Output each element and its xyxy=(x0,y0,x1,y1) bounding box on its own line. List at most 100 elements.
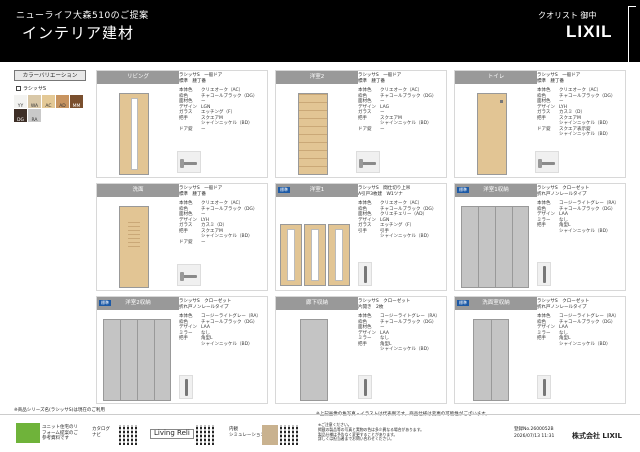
living-reli-logo: Living Reli xyxy=(150,429,194,439)
room-title: トイレ xyxy=(455,71,537,84)
panel-glass xyxy=(335,229,343,281)
spec-key xyxy=(537,342,559,348)
lock-indicator xyxy=(500,100,503,103)
door-illustration xyxy=(477,93,507,175)
spec-value: ー xyxy=(201,126,206,132)
swatch-grid: YY WA AC AD MM DG RA xyxy=(14,95,90,123)
color-variation-button[interactable]: カラーバリエーション xyxy=(14,70,86,81)
spec-key xyxy=(179,342,201,348)
qr-code-icon[interactable] xyxy=(280,425,300,445)
spec-value: シャインニッケル（BD） xyxy=(380,347,432,352)
room-title: 洋室2 xyxy=(276,71,358,84)
spec-key: ドア錠 xyxy=(358,126,372,132)
simulation-label: 内観 xyxy=(229,427,238,432)
pull-handle-icon xyxy=(358,262,372,286)
spec-value: チャコールブラック（DG） xyxy=(559,93,616,99)
swatch-code: AD xyxy=(59,104,66,109)
product-card[interactable]: 洋室2 ラシッサS 一般ドア 標準 腰丁番本体色 クリエオーク（AC） 枠色 チャコール… xyxy=(275,70,447,178)
spec-value: シャインニッケル（BD） xyxy=(559,341,611,347)
product-name: ラシッサS クローゼット 折れ戸ノンレールタイプ xyxy=(537,299,590,310)
spec-row: シャインニッケル（BD） xyxy=(358,234,436,240)
color-swatch[interactable]: MM xyxy=(70,95,83,109)
lever-handle-icon xyxy=(177,264,201,286)
spec-value: チャコールブラック（DG） xyxy=(380,93,437,99)
closet-illustration xyxy=(473,319,509,401)
product-name: ラシッサS 一般ドア 標準 腰丁番 xyxy=(537,73,581,84)
color-variation-panel: カラーバリエーション ラシッサS YY WA AC AD MM DG RA xyxy=(14,70,90,123)
spec-value: シャインニッケル（BD） xyxy=(559,132,611,137)
closet-illustration xyxy=(103,319,171,401)
door-louver xyxy=(128,219,140,247)
page-header: ニューライフ大森510のご提案 インテリア建材 クオリスト 御中 LIXIL xyxy=(0,0,640,62)
door-glass xyxy=(131,98,138,170)
footer-reform-text: ユニット住宅のリフォーム提案のご参考資料です xyxy=(42,425,78,441)
product-name: ラシッサS 一般ドア 標準 腰丁番 xyxy=(358,73,402,84)
product-card[interactable]: 洗面 ラシッサS 一般ドア 標準 腰丁番 本体色 クリエオーク（AC） 枠色 チャコールブ… xyxy=(96,183,268,291)
spec-value: シャインニッケル（BD） xyxy=(201,341,253,347)
pull-handle-icon xyxy=(179,375,193,399)
spec-row: シャインニッケル（BD） xyxy=(537,132,615,138)
series-option[interactable]: ラシッサS xyxy=(16,85,90,92)
standard-badge: 標準 xyxy=(278,187,290,193)
room-thumbnail-icon xyxy=(262,425,278,445)
door-illustration xyxy=(119,206,149,288)
color-swatch[interactable]: AD xyxy=(56,95,69,109)
spec-list: 本体色 クリエオーク（AC） 枠色 チャコールブラック（DG） 面材色 クリエチェリー（A… xyxy=(358,201,436,240)
series-label: ラシッサS xyxy=(23,86,47,92)
color-swatch[interactable]: YY xyxy=(14,95,27,109)
header-frame xyxy=(628,6,636,62)
document-number: 登録No.2600052B xyxy=(514,427,554,432)
product-card[interactable]: リビング ラシッサS 一般ドア 標準 腰丁番本体色 クリエオーク（AC） 枠色 チャコー… xyxy=(96,70,268,178)
page-title: インテリア建材 xyxy=(22,24,135,42)
page-footer: ユニット住宅のリフォーム提案のご参考資料です カタログ ナビ Living Re… xyxy=(0,414,640,452)
spec-row: シャインニッケル（BD） xyxy=(179,342,261,348)
product-name: ラシッサS 間仕切り上吊 A引戸3枚建 W1ツナ xyxy=(358,186,411,197)
swatch-code: MM xyxy=(72,104,81,109)
product-name: ラシッサS クローゼット 折れ戸ノンレールタイプ xyxy=(537,186,590,197)
color-swatch[interactable]: RA xyxy=(28,109,41,123)
qr-code-icon[interactable] xyxy=(119,425,139,445)
spec-value: ー xyxy=(201,239,206,245)
product-card[interactable]: 洗面室収納 標準 ラシッサS クローゼット 折れ戸ノンレールタイプ 本体色 コージーライ… xyxy=(454,296,626,404)
spec-list: 本体色 クリエオーク（AC） 枠色 チャコールブラック（DG） 面材色ーデザイン LYH ガ… xyxy=(537,88,615,138)
product-card[interactable]: 洋室2収納 標準 ラシッサS クローゼット 折れ戸ノンレールタイプ 本体色 コージーライ… xyxy=(96,296,268,404)
spec-row: シャインニッケル（BD） xyxy=(537,229,619,235)
product-card[interactable]: 洋室1 標準 ラシッサS 間仕切り上吊 A引戸3枚建 W1ツナ 本体色 クリエオーク（A… xyxy=(275,183,447,291)
standard-badge: 標準 xyxy=(99,300,111,306)
product-name: ラシッサS 一般ドア 標準 腰丁番 xyxy=(179,73,223,84)
standard-badge: 標準 xyxy=(457,300,469,306)
lever-handle-icon xyxy=(177,151,201,173)
spec-value: チャコールブラック（DG） xyxy=(380,319,437,325)
spec-row: ドア錠 ー xyxy=(358,127,436,133)
color-swatch[interactable]: AC xyxy=(42,95,55,109)
product-card[interactable]: 洋室1収納 標準 ラシッサS クローゼット 折れ戸ノンレールタイプ 本体色 コージーライ… xyxy=(454,183,626,291)
footer-disclaimer: ※ご注意ください。 掲載の製品等の写真と実物の色は多少異なる場合があります。 製… xyxy=(318,422,424,442)
spec-list: 本体色 クリエオーク（AC） 枠色 チャコールブラック（DG） 面材色ーデザイン LAG ガ… xyxy=(358,88,436,132)
spec-list: 本体色 クリエオーク（AC） 枠色 チャコールブラック（DG） 面材色ーデザイン LYH ガ… xyxy=(179,201,257,245)
spec-list: 本体色 クリエオーク（AC） 枠色 チャコールブラック（DG） 面材色ーデザイン LGN ガ… xyxy=(179,88,257,132)
spec-key xyxy=(537,229,559,235)
door-illustration xyxy=(119,93,149,175)
spec-list: 本体色 コージーライトグレー（RA） 枠色 チャコールブラック（DG） 面材色ーデザイン… xyxy=(358,314,440,353)
spec-list: 本体色 コージーライトグレー（RA） 枠色 チャコールブラック（DG） デザイン LAA ミ… xyxy=(537,201,619,234)
spec-key xyxy=(358,347,380,353)
spec-list: 本体色 コージーライトグレー（RA） 枠色 チャコールブラック（DG） デザイン LAA ミ… xyxy=(179,314,261,347)
qr-code-icon[interactable] xyxy=(196,425,216,445)
spec-key: ドア錠 xyxy=(179,239,193,245)
room-title: 廊下収納 xyxy=(276,297,358,310)
series-checkbox[interactable] xyxy=(16,86,21,91)
catalog-label: カタログ xyxy=(92,427,110,432)
product-card[interactable]: トイレ ラシッサS 一般ドア 標準 腰丁番本体色 クリエオーク（AC） 枠色 チャコール… xyxy=(454,70,626,178)
swatch-code: DG xyxy=(17,118,24,123)
product-name: ラシッサS クローゼット 折れ戸ノンレールタイプ xyxy=(179,299,232,310)
spec-row: シャインニッケル（BD） xyxy=(537,342,619,348)
swatch-code: RA xyxy=(31,118,38,123)
spec-key xyxy=(537,132,559,138)
color-swatch[interactable]: DG xyxy=(14,109,27,123)
panel-glass xyxy=(287,229,295,281)
color-swatch[interactable]: WA xyxy=(28,95,41,109)
room-title: リビング xyxy=(97,71,179,84)
pull-handle-icon xyxy=(537,262,551,286)
spec-value: シャインニッケル（BD） xyxy=(201,121,253,126)
product-card[interactable]: 廊下収納 ラシッサS クローゼット 片開き 2枚 本体色 コージーライトグレー（RA）… xyxy=(275,296,447,404)
